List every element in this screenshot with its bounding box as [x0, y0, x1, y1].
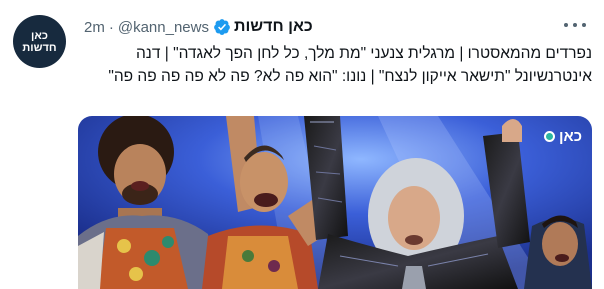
tweet-header: 2m · @kann_news כאן חדשות	[84, 16, 542, 38]
verified-badge-icon	[214, 19, 230, 35]
more-options-button[interactable]	[564, 18, 586, 32]
more-dot	[564, 23, 568, 27]
author-handle[interactable]: @kann_news	[118, 19, 209, 36]
tweet-text: נפרדים מהמאסטרו | מרגלית צנעני "מת מלך, …	[108, 45, 592, 85]
watermark-logo-icon	[543, 131, 555, 142]
more-dot	[582, 23, 586, 27]
header-separator: ·	[108, 18, 114, 36]
tweet-media-image[interactable]: כאן	[78, 116, 592, 289]
more-dot	[573, 23, 577, 27]
watermark-text: כאן	[558, 128, 582, 145]
tweet-timestamp[interactable]: 2m	[84, 19, 105, 36]
avatar-text-line1: כאן	[31, 29, 48, 42]
tweet-card[interactable]: 2m · @kann_news כאן חדשות כאן חדשות נפרד…	[0, 0, 604, 289]
avatar-text-line2: חדשות	[22, 41, 57, 54]
author-avatar[interactable]: כאן חדשות	[13, 15, 66, 68]
author-name[interactable]: כאן חדשות	[234, 18, 313, 36]
media-watermark: כאן	[543, 128, 582, 145]
concert-photo	[78, 116, 592, 289]
